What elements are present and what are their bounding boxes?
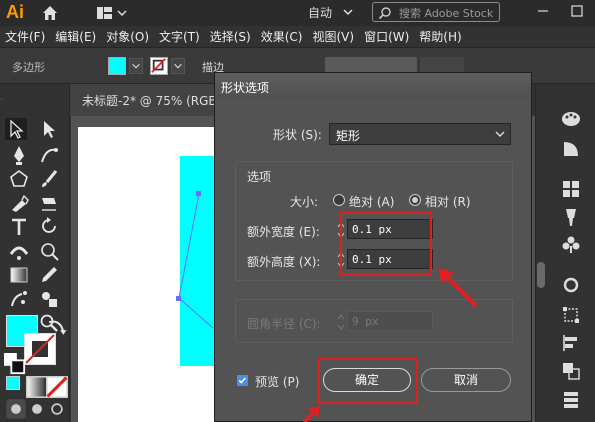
annotation-arrow-icon — [438, 268, 478, 308]
dialog-title: 形状选项 — [221, 81, 270, 95]
size-label: 大小: — [290, 195, 319, 209]
stroke-color-swatch[interactable] — [150, 57, 168, 75]
menu-file[interactable]: 文件(F) — [0, 26, 50, 48]
live-paint-tool-icon[interactable] — [38, 288, 60, 310]
menu-bar: 文件(F) 编辑(E) 对象(O) 文字(T) 选择(S) 效果(C) 视图(V… — [0, 26, 595, 48]
warp-tool-icon[interactable] — [38, 240, 60, 262]
align-icon[interactable] — [560, 332, 582, 354]
draw-behind-icon[interactable] — [26, 398, 44, 416]
arrange-documents-icon[interactable] — [95, 4, 129, 22]
maximize-icon[interactable] — [566, 2, 588, 20]
toolbar-grip[interactable] — [0, 88, 70, 100]
gradient-mode-button[interactable] — [26, 376, 48, 398]
menu-window[interactable]: 窗口(W) — [359, 26, 414, 48]
relative-radio[interactable] — [409, 194, 421, 206]
menu-select[interactable]: 选择(S) — [205, 26, 256, 48]
stroke-dropdown[interactable] — [171, 58, 185, 74]
options-group-title: 选项 — [245, 168, 274, 185]
layers-icon[interactable] — [560, 388, 582, 410]
workspace-switcher[interactable]: 自动 — [308, 4, 332, 21]
search-icon — [378, 7, 391, 20]
absolute-radio-label[interactable]: 绝对 (A) — [349, 193, 394, 210]
type-tool-icon[interactable] — [8, 216, 30, 238]
eraser-tool-icon[interactable] — [38, 192, 60, 214]
default-colors-icon[interactable] — [4, 353, 26, 375]
cancel-button[interactable]: 取消 — [421, 368, 511, 392]
shape-select-value: 矩形 — [336, 129, 361, 143]
app-bar: Ai 自动 搜索 Adobe Stock — [0, 0, 595, 26]
color-mode-button[interactable] — [6, 376, 20, 390]
direct-selection-tool-icon[interactable] — [38, 118, 60, 140]
panel-scrollbar[interactable] — [537, 262, 545, 288]
absolute-radio[interactable] — [333, 194, 345, 206]
extra-height-label: 额外高度 (X): — [247, 255, 321, 269]
corner-radius-stepper — [337, 313, 345, 331]
curvature-tool-icon[interactable] — [38, 144, 60, 166]
corner-radius-value: 9 px — [352, 315, 379, 328]
polygon-tool-icon[interactable] — [8, 168, 30, 190]
paintbrush-tool-icon[interactable] — [38, 168, 60, 190]
eyedropper-tool-icon[interactable] — [38, 264, 60, 286]
annotation-highlight-ok-button — [318, 358, 418, 404]
tools-panel — [0, 84, 70, 422]
current-tool-name: 多边形 — [12, 61, 45, 74]
color-palette-icon[interactable] — [560, 108, 582, 130]
chevron-down-icon[interactable] — [342, 6, 354, 18]
none-mode-button[interactable] — [46, 376, 68, 398]
document-tab-title: 未标题-2* @ 75% (RGB — [82, 94, 217, 108]
corner-radius-label: 圆角半径 (C): — [247, 317, 321, 331]
gradient-tool-icon[interactable] — [8, 264, 30, 286]
relative-radio-label[interactable]: 相对 (R) — [425, 193, 471, 210]
shape-label: 形状 (S): — [273, 128, 322, 142]
stroke-color-big-swatch[interactable] — [24, 333, 56, 365]
corner-radius-input: 9 px — [347, 311, 433, 331]
transform-icon[interactable] — [560, 304, 582, 326]
menu-edit[interactable]: 编辑(E) — [50, 26, 101, 48]
draw-inside-icon[interactable] — [46, 398, 64, 416]
color-guide-icon[interactable] — [560, 138, 582, 160]
brushes-icon[interactable] — [560, 206, 582, 228]
stroke-panel-icon[interactable] — [560, 274, 582, 296]
search-placeholder: 搜索 Adobe Stock — [399, 7, 494, 20]
extra-width-label: 额外宽度 (E): — [247, 225, 320, 239]
stock-search-input[interactable]: 搜索 Adobe Stock — [372, 2, 500, 22]
dialog-title-bar[interactable]: 形状选项 — [215, 73, 531, 99]
panel-dock — [535, 84, 595, 422]
shape-select[interactable]: 矩形 — [329, 123, 511, 145]
home-icon[interactable] — [40, 3, 60, 23]
width-tool-icon[interactable] — [8, 240, 30, 262]
preview-checkbox[interactable] — [237, 375, 248, 386]
draw-normal-icon[interactable] — [5, 398, 26, 419]
fill-dropdown[interactable] — [129, 58, 143, 74]
menu-type[interactable]: 文字(T) — [154, 26, 205, 48]
annotation-highlight-size-fields — [340, 212, 432, 276]
fill-color-swatch[interactable] — [108, 57, 126, 75]
document-tab[interactable]: 未标题-2* @ 75% (RGB — [70, 84, 217, 116]
pathfinder-icon[interactable] — [560, 360, 582, 382]
selection-tool-icon[interactable] — [5, 118, 27, 140]
app-logo: Ai — [6, 2, 24, 22]
symbols-icon[interactable] — [560, 234, 582, 256]
swap-colors-icon[interactable] — [46, 316, 67, 335]
menu-effect[interactable]: 效果(C) — [256, 26, 308, 48]
chevron-down-icon — [495, 131, 505, 137]
shaper-tool-icon[interactable] — [8, 192, 30, 214]
rotate-tool-icon[interactable] — [38, 216, 60, 238]
annotation-arrow-icon-2 — [302, 406, 320, 422]
menu-object[interactable]: 对象(O) — [101, 26, 154, 48]
swatches-icon[interactable] — [560, 178, 582, 200]
minimize-icon[interactable] — [532, 2, 554, 20]
menu-help[interactable]: 帮助(H) — [414, 26, 466, 48]
menu-view[interactable]: 视图(V) — [307, 26, 359, 48]
symbol-sprayer-tool-icon[interactable] — [8, 288, 30, 310]
preview-label[interactable]: 预览 (P) — [255, 373, 299, 390]
pen-tool-icon[interactable] — [8, 144, 30, 166]
